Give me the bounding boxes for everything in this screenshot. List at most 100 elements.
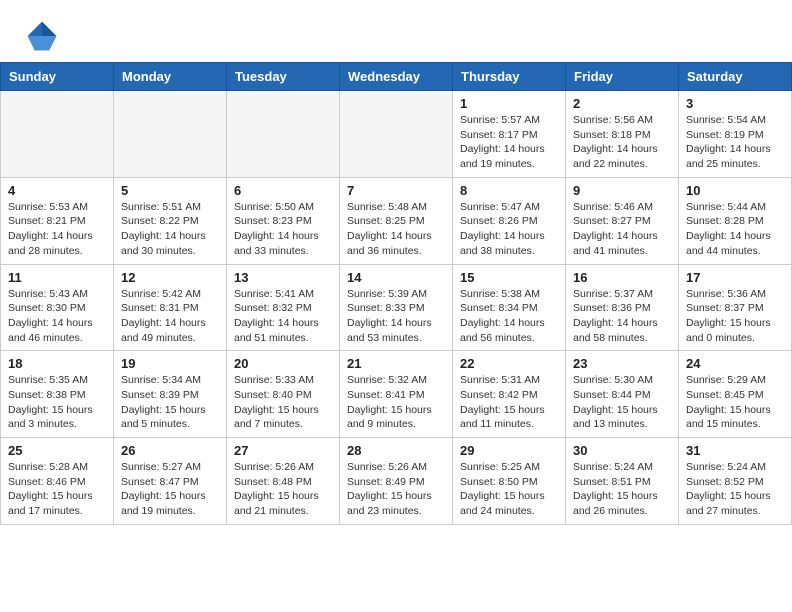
day-info: Sunrise: 5:24 AMSunset: 8:51 PMDaylight:… <box>573 460 671 519</box>
calendar-cell: 12 Sunrise: 5:42 AMSunset: 8:31 PMDayligh… <box>114 264 227 351</box>
calendar-cell: 26 Sunrise: 5:27 AMSunset: 8:47 PMDayligh… <box>114 438 227 525</box>
calendar-cell: 11 Sunrise: 5:43 AMSunset: 8:30 PMDayligh… <box>1 264 114 351</box>
weekday-header-sunday: Sunday <box>1 63 114 91</box>
day-number: 21 <box>347 356 445 371</box>
day-number: 10 <box>686 183 784 198</box>
calendar-cell: 28 Sunrise: 5:26 AMSunset: 8:49 PMDayligh… <box>340 438 453 525</box>
day-info: Sunrise: 5:56 AMSunset: 8:18 PMDaylight:… <box>573 113 671 172</box>
day-number: 2 <box>573 96 671 111</box>
day-number: 28 <box>347 443 445 458</box>
day-info: Sunrise: 5:37 AMSunset: 8:36 PMDaylight:… <box>573 287 671 346</box>
calendar-cell: 7Sunrise: 5:48 AMSunset: 8:25 PMDaylight… <box>340 177 453 264</box>
calendar-week-row: 18 Sunrise: 5:35 AMSunset: 8:38 PMDayligh… <box>1 351 792 438</box>
day-info: Sunrise: 5:41 AMSunset: 8:32 PMDaylight:… <box>234 287 332 346</box>
day-number: 18 <box>8 356 106 371</box>
day-info: Sunrise: 5:30 AMSunset: 8:44 PMDaylight:… <box>573 373 671 432</box>
day-number: 1 <box>460 96 558 111</box>
day-number: 26 <box>121 443 219 458</box>
day-info: Sunrise: 5:57 AMSunset: 8:17 PMDaylight:… <box>460 113 558 172</box>
calendar-cell: 5 Sunrise: 5:51 AMSunset: 8:22 PMDaylight… <box>114 177 227 264</box>
calendar-week-row: 11 Sunrise: 5:43 AMSunset: 8:30 PMDayligh… <box>1 264 792 351</box>
weekday-header-monday: Monday <box>114 63 227 91</box>
day-info: Sunrise: 5:33 AMSunset: 8:40 PMDaylight:… <box>234 373 332 432</box>
day-number: 13 <box>234 270 332 285</box>
day-number: 27 <box>234 443 332 458</box>
day-info: Sunrise: 5:48 AMSunset: 8:25 PMDaylight:… <box>347 200 445 259</box>
calendar-cell: 25Sunrise: 5:28 AMSunset: 8:46 PMDayligh… <box>1 438 114 525</box>
day-info: Sunrise: 5:25 AMSunset: 8:50 PMDaylight:… <box>460 460 558 519</box>
day-number: 14 <box>347 270 445 285</box>
calendar-cell: 6 Sunrise: 5:50 AMSunset: 8:23 PMDaylight… <box>227 177 340 264</box>
day-info: Sunrise: 5:38 AMSunset: 8:34 PMDaylight:… <box>460 287 558 346</box>
calendar-cell: 21 Sunrise: 5:32 AMSunset: 8:41 PMDayligh… <box>340 351 453 438</box>
day-info: Sunrise: 5:24 AMSunset: 8:52 PMDaylight:… <box>686 460 784 519</box>
day-number: 5 <box>121 183 219 198</box>
generalblue-logo-icon <box>24 18 60 54</box>
calendar-cell: 15 Sunrise: 5:38 AMSunset: 8:34 PMDayligh… <box>453 264 566 351</box>
day-info: Sunrise: 5:54 AMSunset: 8:19 PMDaylight:… <box>686 113 784 172</box>
day-number: 3 <box>686 96 784 111</box>
calendar-cell: 27Sunrise: 5:26 AMSunset: 8:48 PMDayligh… <box>227 438 340 525</box>
day-info: Sunrise: 5:46 AMSunset: 8:27 PMDaylight:… <box>573 200 671 259</box>
calendar-table: SundayMondayTuesdayWednesdayThursdayFrid… <box>0 62 792 525</box>
calendar-cell: 8 Sunrise: 5:47 AMSunset: 8:26 PMDaylight… <box>453 177 566 264</box>
day-info: Sunrise: 5:36 AMSunset: 8:37 PMDaylight:… <box>686 287 784 346</box>
calendar-cell: 31Sunrise: 5:24 AMSunset: 8:52 PMDayligh… <box>679 438 792 525</box>
weekday-header-saturday: Saturday <box>679 63 792 91</box>
calendar-cell: 4 Sunrise: 5:53 AMSunset: 8:21 PMDaylight… <box>1 177 114 264</box>
day-number: 15 <box>460 270 558 285</box>
calendar-cell: 30 Sunrise: 5:24 AMSunset: 8:51 PMDayligh… <box>566 438 679 525</box>
calendar-cell <box>227 91 340 178</box>
day-info: Sunrise: 5:26 AMSunset: 8:49 PMDaylight:… <box>347 460 445 519</box>
calendar-cell: 20 Sunrise: 5:33 AMSunset: 8:40 PMDayligh… <box>227 351 340 438</box>
calendar-cell: 1 Sunrise: 5:57 AMSunset: 8:17 PMDaylight… <box>453 91 566 178</box>
day-info: Sunrise: 5:35 AMSunset: 8:38 PMDaylight:… <box>8 373 106 432</box>
calendar-cell: 13 Sunrise: 5:41 AMSunset: 8:32 PMDayligh… <box>227 264 340 351</box>
day-info: Sunrise: 5:31 AMSunset: 8:42 PMDaylight:… <box>460 373 558 432</box>
calendar-cell: 3 Sunrise: 5:54 AMSunset: 8:19 PMDaylight… <box>679 91 792 178</box>
day-number: 6 <box>234 183 332 198</box>
day-number: 19 <box>121 356 219 371</box>
day-info: Sunrise: 5:42 AMSunset: 8:31 PMDaylight:… <box>121 287 219 346</box>
calendar-cell <box>1 91 114 178</box>
day-number: 8 <box>460 183 558 198</box>
day-info: Sunrise: 5:53 AMSunset: 8:21 PMDaylight:… <box>8 200 106 259</box>
day-info: Sunrise: 5:47 AMSunset: 8:26 PMDaylight:… <box>460 200 558 259</box>
weekday-header-tuesday: Tuesday <box>227 63 340 91</box>
day-number: 12 <box>121 270 219 285</box>
calendar-cell: 16 Sunrise: 5:37 AMSunset: 8:36 PMDayligh… <box>566 264 679 351</box>
calendar-cell: 17Sunrise: 5:36 AMSunset: 8:37 PMDayligh… <box>679 264 792 351</box>
calendar-header-row: SundayMondayTuesdayWednesdayThursdayFrid… <box>1 63 792 91</box>
day-info: Sunrise: 5:50 AMSunset: 8:23 PMDaylight:… <box>234 200 332 259</box>
weekday-header-thursday: Thursday <box>453 63 566 91</box>
day-info: Sunrise: 5:32 AMSunset: 8:41 PMDaylight:… <box>347 373 445 432</box>
day-info: Sunrise: 5:51 AMSunset: 8:22 PMDaylight:… <box>121 200 219 259</box>
weekday-header-wednesday: Wednesday <box>340 63 453 91</box>
calendar-week-row: 4 Sunrise: 5:53 AMSunset: 8:21 PMDaylight… <box>1 177 792 264</box>
day-info: Sunrise: 5:43 AMSunset: 8:30 PMDaylight:… <box>8 287 106 346</box>
day-number: 25 <box>8 443 106 458</box>
calendar-cell: 24 Sunrise: 5:29 AMSunset: 8:45 PMDayligh… <box>679 351 792 438</box>
day-number: 9 <box>573 183 671 198</box>
calendar-cell: 19 Sunrise: 5:34 AMSunset: 8:39 PMDayligh… <box>114 351 227 438</box>
calendar-cell <box>340 91 453 178</box>
day-info: Sunrise: 5:44 AMSunset: 8:28 PMDaylight:… <box>686 200 784 259</box>
day-number: 23 <box>573 356 671 371</box>
calendar-cell: 14Sunrise: 5:39 AMSunset: 8:33 PMDayligh… <box>340 264 453 351</box>
day-info: Sunrise: 5:29 AMSunset: 8:45 PMDaylight:… <box>686 373 784 432</box>
day-number: 30 <box>573 443 671 458</box>
weekday-header-friday: Friday <box>566 63 679 91</box>
calendar-cell: 9 Sunrise: 5:46 AMSunset: 8:27 PMDaylight… <box>566 177 679 264</box>
day-number: 24 <box>686 356 784 371</box>
day-number: 4 <box>8 183 106 198</box>
day-number: 29 <box>460 443 558 458</box>
calendar-cell: 29 Sunrise: 5:25 AMSunset: 8:50 PMDayligh… <box>453 438 566 525</box>
day-number: 11 <box>8 270 106 285</box>
page-header <box>0 0 792 62</box>
day-info: Sunrise: 5:34 AMSunset: 8:39 PMDaylight:… <box>121 373 219 432</box>
day-number: 16 <box>573 270 671 285</box>
day-number: 20 <box>234 356 332 371</box>
calendar-week-row: 1 Sunrise: 5:57 AMSunset: 8:17 PMDaylight… <box>1 91 792 178</box>
logo <box>24 18 66 54</box>
day-info: Sunrise: 5:27 AMSunset: 8:47 PMDaylight:… <box>121 460 219 519</box>
